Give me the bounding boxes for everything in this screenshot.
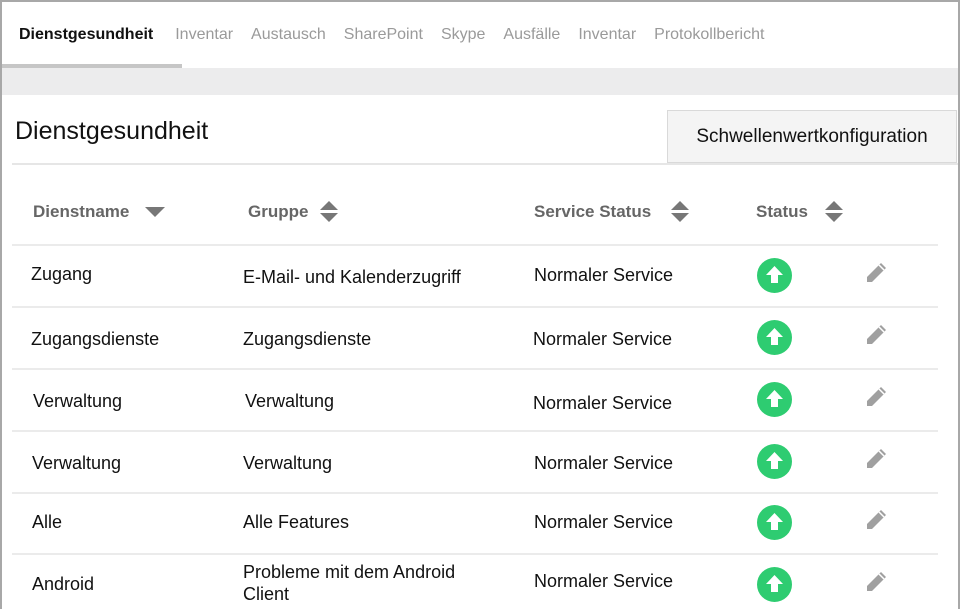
edit-pencil-icon[interactable]: [862, 506, 890, 534]
service-name: Verwaltung: [32, 453, 122, 473]
service-name: Zugang: [31, 264, 93, 284]
column-label: Gruppe: [248, 202, 309, 221]
service-status-text: Normaler Service: [534, 265, 674, 285]
page-title: Dienstgesundheit: [15, 117, 209, 145]
table-row: Zugang E-Mail- und Kalenderzugriff Norma…: [12, 246, 938, 306]
column-header-dienstname[interactable]: Dienstname: [33, 200, 166, 224]
table-row: Android Probleme mit dem Android Client …: [12, 555, 938, 609]
sort-icon[interactable]: [671, 200, 690, 224]
service-status-text: Normaler Service: [534, 453, 674, 473]
service-status-text: Normaler Service: [533, 393, 673, 413]
tab-protokollbericht[interactable]: Protokollbericht: [654, 26, 764, 44]
arrow-up-circle-icon: [757, 505, 792, 540]
tab-dienstgesundheit[interactable]: Dienstgesundheit: [19, 26, 153, 44]
tab-inventar[interactable]: Inventar: [175, 26, 233, 44]
tab-austausch[interactable]: Austausch: [251, 26, 326, 44]
divider: [12, 163, 958, 165]
threshold-config-button[interactable]: Schwellenwertkonfiguration: [667, 110, 957, 163]
sort-icon[interactable]: [320, 200, 339, 224]
arrow-up-circle-icon: [757, 258, 792, 293]
service-group: Verwaltung: [243, 453, 333, 473]
column-label: Dienstname: [33, 202, 130, 221]
service-group: Zugangsdienste: [243, 329, 372, 349]
table-row: Verwaltung Verwaltung Normaler Service: [12, 432, 938, 492]
service-name: Zugangsdienste: [31, 329, 160, 349]
tab-ausfaelle[interactable]: Ausfälle: [503, 26, 560, 44]
column-header-gruppe[interactable]: Gruppe: [248, 200, 339, 224]
column-label: Status: [756, 202, 808, 221]
tab-inventar-2[interactable]: Inventar: [578, 26, 636, 44]
table-row: Verwaltung Verwaltung Normaler Service: [12, 370, 938, 430]
service-name: Verwaltung: [33, 391, 123, 411]
tab-sharepoint[interactable]: SharePoint: [344, 26, 423, 44]
sort-descending-icon[interactable]: [145, 200, 166, 224]
service-status-text: Normaler Service: [534, 512, 674, 532]
service-status-text: Normaler Service: [533, 329, 673, 349]
service-group: Verwaltung: [245, 391, 335, 411]
toolbar-band: [2, 68, 958, 95]
arrow-up-circle-icon: [757, 444, 792, 479]
app-frame: Dienstgesundheit Inventar Austausch Shar…: [0, 0, 960, 609]
service-status-text: Normaler Service: [534, 571, 674, 591]
column-header-service-status[interactable]: Service Status: [534, 200, 690, 224]
service-name: Alle: [32, 512, 63, 532]
arrow-up-circle-icon: [757, 567, 792, 602]
edit-pencil-icon[interactable]: [862, 445, 890, 473]
arrow-up-circle-icon: [757, 382, 792, 417]
table-row: Alle Alle Features Normaler Service: [12, 494, 938, 554]
tab-skype[interactable]: Skype: [441, 26, 485, 44]
table-row: Zugangsdienste Zugangsdienste Normaler S…: [12, 308, 938, 368]
edit-pencil-icon[interactable]: [862, 383, 890, 411]
service-group: Probleme mit dem Android Client: [243, 562, 456, 604]
service-group: E-Mail- und Kalenderzugriff: [243, 267, 461, 287]
sort-icon[interactable]: [824, 200, 843, 224]
edit-pencil-icon[interactable]: [862, 321, 890, 349]
edit-pencil-icon[interactable]: [862, 259, 890, 287]
tab-bar: Dienstgesundheit Inventar Austausch Shar…: [2, 2, 958, 68]
column-header-status[interactable]: Status: [756, 200, 843, 224]
service-name: Android: [32, 574, 95, 594]
edit-pencil-icon[interactable]: [862, 568, 890, 596]
column-label: Service Status: [534, 202, 652, 221]
service-group: Alle Features: [243, 512, 350, 532]
table-header: Dienstname Gruppe Service Status Status: [12, 186, 938, 244]
arrow-up-circle-icon: [757, 320, 792, 355]
